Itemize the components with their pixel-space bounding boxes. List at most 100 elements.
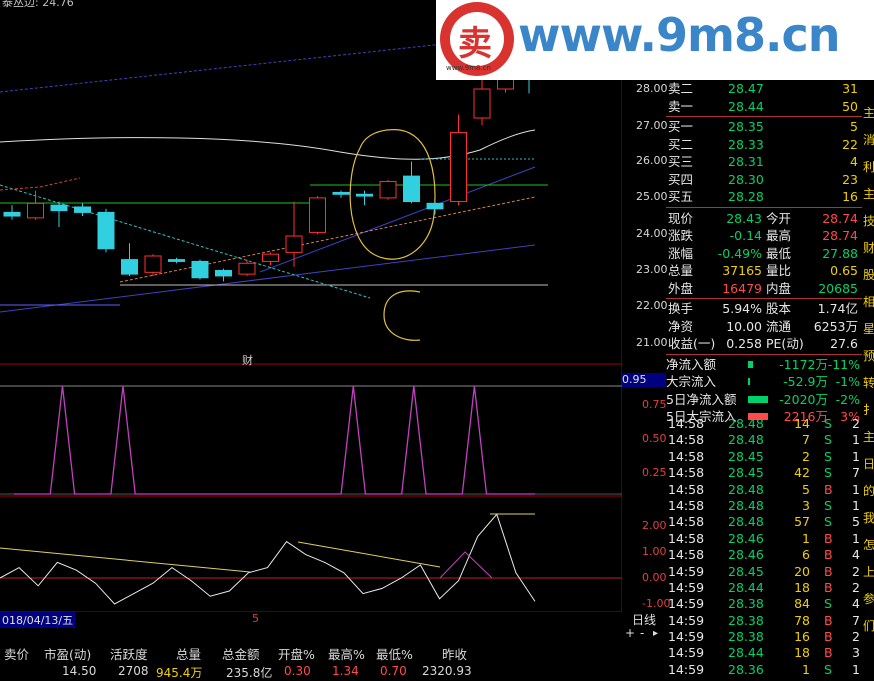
tick-price: 28.36 bbox=[728, 661, 764, 677]
candle-body bbox=[309, 197, 326, 233]
status-value: 2708 bbox=[118, 664, 149, 678]
stat-value: 28.43 bbox=[726, 210, 762, 226]
tick-volume: 18 bbox=[794, 579, 810, 595]
edge-char: 主 bbox=[863, 430, 874, 444]
stat-label: 外盘 bbox=[668, 280, 694, 296]
tick-side: B bbox=[824, 530, 833, 546]
indicator2-series bbox=[0, 513, 536, 605]
candle-body bbox=[191, 260, 209, 279]
flow-value: -52.9万 bbox=[783, 374, 828, 389]
status-value: 235.8亿 bbox=[226, 666, 273, 680]
stat-row: 总量 37165 量比 0.65 bbox=[666, 262, 862, 280]
tick-volume: 14 bbox=[794, 416, 810, 431]
ind2-secondary-line bbox=[439, 551, 493, 579]
kline-chart-area[interactable] bbox=[0, 0, 622, 612]
order-book-row[interactable]: 卖二 28.47 31 bbox=[666, 80, 862, 98]
status-value: 945.4万 bbox=[156, 666, 203, 680]
watermark-site-text: www.9m8.cn bbox=[518, 8, 840, 62]
tick-volume: 20 bbox=[794, 563, 810, 579]
header-indicator-text: 泰丛边: 24.76 bbox=[2, 0, 74, 9]
order-label: 买一 bbox=[668, 119, 694, 134]
zoom-in-button[interactable]: + bbox=[625, 626, 635, 640]
edge-char: 星 bbox=[863, 322, 874, 336]
order-label: 买五 bbox=[668, 189, 694, 204]
stat-value: 0.65 bbox=[830, 263, 858, 278]
status-header: 开盘% bbox=[278, 647, 315, 662]
stats-divider bbox=[666, 206, 862, 208]
tick-count: 1 bbox=[852, 530, 860, 546]
order-book-row[interactable]: 卖一 28.44 50 bbox=[666, 98, 862, 116]
tick-row: 14:58 28.48 3 S 1 bbox=[666, 498, 862, 514]
tick-count: 1 bbox=[852, 497, 860, 513]
price-axis-tick: 27.00 bbox=[636, 119, 668, 132]
order-price: 28.30 bbox=[728, 171, 764, 187]
ind2-trendline-1 bbox=[0, 547, 251, 573]
price-axis-tick: 23.00 bbox=[636, 263, 668, 276]
indicator2-line bbox=[0, 513, 536, 605]
edge-char: 们 bbox=[863, 619, 874, 633]
stat-label: 流通 bbox=[766, 318, 792, 334]
tick-row: 14:58 28.46 6 B 4 bbox=[666, 547, 862, 563]
candle-body bbox=[403, 175, 420, 203]
order-book-row[interactable]: 买三 28.31 4 bbox=[666, 153, 862, 171]
flow-percent: -11% bbox=[827, 356, 860, 372]
edge-char: 我 bbox=[863, 511, 874, 525]
date-mid-marker: 5 bbox=[252, 612, 259, 625]
order-volume: 4 bbox=[850, 154, 858, 169]
tick-volume: 78 bbox=[794, 612, 810, 628]
status-header: 总金额 bbox=[222, 647, 260, 662]
tick-time: 14:58 bbox=[668, 514, 705, 530]
tick-row: 14:58 28.48 14 S 2 bbox=[666, 416, 862, 432]
stat-label: 内盘 bbox=[766, 280, 792, 296]
candle-body bbox=[50, 204, 68, 212]
tick-time: 14:59 bbox=[668, 579, 705, 595]
stat-label: 涨幅 bbox=[668, 245, 694, 261]
status-value: 14.50 bbox=[62, 664, 97, 678]
tick-row: 14:59 28.36 1 S 1 bbox=[666, 662, 862, 678]
tick-row: 14:59 28.38 78 B 7 bbox=[666, 613, 862, 629]
tick-count: 1 bbox=[852, 432, 860, 448]
status-header: 昨收 bbox=[442, 647, 468, 662]
tick-time: 14:58 bbox=[668, 497, 705, 513]
date-bar: 018/04/13/五 5 日线 bbox=[0, 612, 660, 628]
order-book-row[interactable]: 买四 28.30 23 bbox=[666, 171, 862, 189]
price-axis-tick: 22.00 bbox=[636, 299, 668, 312]
tick-row: 14:58 28.48 7 S 1 bbox=[666, 432, 862, 448]
tick-side: B bbox=[824, 612, 833, 628]
annotation-hook bbox=[383, 290, 421, 341]
candle-body bbox=[426, 202, 444, 210]
watermark-small-text: www.9m8.cn bbox=[446, 64, 491, 72]
order-price: 28.31 bbox=[728, 154, 764, 169]
scroll-right-icon[interactable]: ▸ bbox=[653, 628, 658, 639]
tick-side: B bbox=[824, 579, 833, 595]
tick-volume: 1 bbox=[802, 661, 810, 677]
zoom-out-button[interactable]: - bbox=[640, 626, 644, 640]
tick-volume: 5 bbox=[802, 481, 810, 497]
flow-value: -2020万 bbox=[779, 391, 828, 407]
tick-list[interactable]: 14:58 28.48 14 S 2 14:58 28.48 7 S 1 14:58 28.45 2 S 1… bbox=[666, 416, 862, 678]
edge-char: 消 bbox=[863, 133, 874, 147]
tick-time: 14:58 bbox=[668, 481, 705, 497]
edge-char: 转 bbox=[863, 376, 874, 390]
status-value: 1.34 bbox=[332, 664, 359, 678]
indicator2-tick: 0.00 bbox=[642, 571, 667, 584]
order-book-row[interactable]: 买一 28.35 5 bbox=[666, 118, 862, 136]
order-book-row[interactable]: 买五 28.28 16 bbox=[666, 188, 862, 206]
right-edge-column: 主消利主技财股相星预转扌主日的我怎上参们 bbox=[862, 0, 874, 672]
tick-side: S bbox=[824, 416, 832, 431]
tick-count: 2 bbox=[852, 579, 860, 595]
candle-body bbox=[379, 181, 397, 199]
tick-time: 14:58 bbox=[668, 432, 705, 448]
tick-time: 14:59 bbox=[668, 629, 705, 645]
stat-value: 37165 bbox=[722, 263, 762, 278]
tick-side: S bbox=[824, 514, 832, 530]
stat-row: 换手 5.94% 股本 1.74亿 bbox=[666, 300, 862, 318]
candle-body bbox=[121, 259, 138, 275]
order-label: 买三 bbox=[668, 154, 694, 169]
stat-label: 今开 bbox=[766, 210, 792, 226]
stat-row: 净资 10.00 流通 6253万 bbox=[666, 318, 862, 336]
indicator1-line bbox=[14, 385, 535, 495]
order-book-row[interactable]: 买二 28.33 22 bbox=[666, 136, 862, 154]
tick-price: 28.48 bbox=[728, 481, 764, 497]
indicator2-tick: 2.00 bbox=[642, 519, 667, 532]
